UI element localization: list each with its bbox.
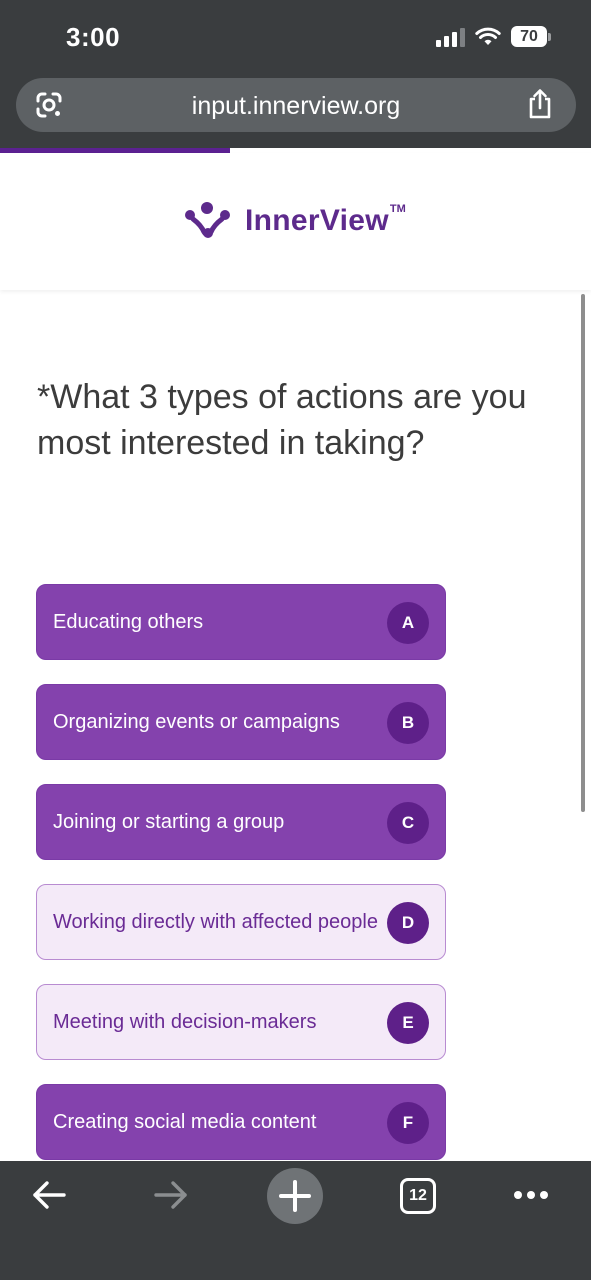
option-label: Meeting with decision-makers [53, 1010, 317, 1033]
battery-icon: 70 [511, 26, 551, 47]
plus-icon [279, 1180, 311, 1212]
address-bar[interactable]: input.innerview.org [16, 78, 576, 132]
tab-switcher-button[interactable]: 12 [400, 1178, 436, 1214]
option-joining-group[interactable]: Joining or starting a group C [36, 784, 446, 860]
option-working-with-affected[interactable]: Working directly with affected people D [36, 884, 446, 960]
browser-toolbar: 12 [0, 1161, 591, 1280]
option-key-badge: D [387, 902, 429, 944]
question-text: *What 3 types of actions are you most in… [37, 378, 527, 462]
option-organizing-events[interactable]: Organizing events or campaigns B [36, 684, 446, 760]
option-educating-others[interactable]: Educating others A [36, 584, 446, 660]
option-key-badge: B [387, 702, 429, 744]
page-scrollbar[interactable] [581, 294, 585, 812]
option-label: Joining or starting a group [53, 810, 285, 833]
share-icon[interactable] [526, 88, 554, 120]
status-indicators: 70 [436, 26, 551, 47]
option-label: Educating others [53, 610, 204, 633]
back-arrow-icon[interactable] [30, 1177, 68, 1213]
new-tab-button[interactable] [267, 1168, 323, 1224]
option-social-media-content[interactable]: Creating social media content F [36, 1084, 446, 1160]
option-key-badge: C [387, 802, 429, 844]
option-meeting-decision-makers[interactable]: Meeting with decision-makers E [36, 984, 446, 1060]
brand-name: InnerView [245, 204, 389, 237]
innerview-logo[interactable]: InnerView TM [183, 201, 406, 241]
option-label: Working directly with affected people [53, 910, 378, 933]
status-time: 3:00 [66, 22, 121, 52]
trademark: TM [389, 203, 406, 215]
url-text[interactable]: input.innerview.org [16, 92, 576, 121]
status-bar: 3:00 70 [0, 0, 591, 70]
more-dots-icon[interactable] [512, 1189, 550, 1201]
forward-arrow-icon[interactable] [152, 1177, 190, 1213]
site-header: InnerView TM [0, 153, 591, 290]
browser-address-area: input.innerview.org [0, 70, 591, 148]
option-label: Organizing events or campaigns [53, 710, 340, 733]
option-key-badge: A [387, 602, 429, 644]
option-label: Creating social media content [53, 1110, 317, 1133]
wifi-icon [475, 27, 501, 45]
cellular-signal-icon [436, 27, 465, 47]
innerview-logo-mark-icon [185, 202, 230, 238]
battery-level: 70 [511, 26, 547, 47]
option-key-badge: F [387, 1102, 429, 1144]
option-key-badge: E [387, 1002, 429, 1044]
